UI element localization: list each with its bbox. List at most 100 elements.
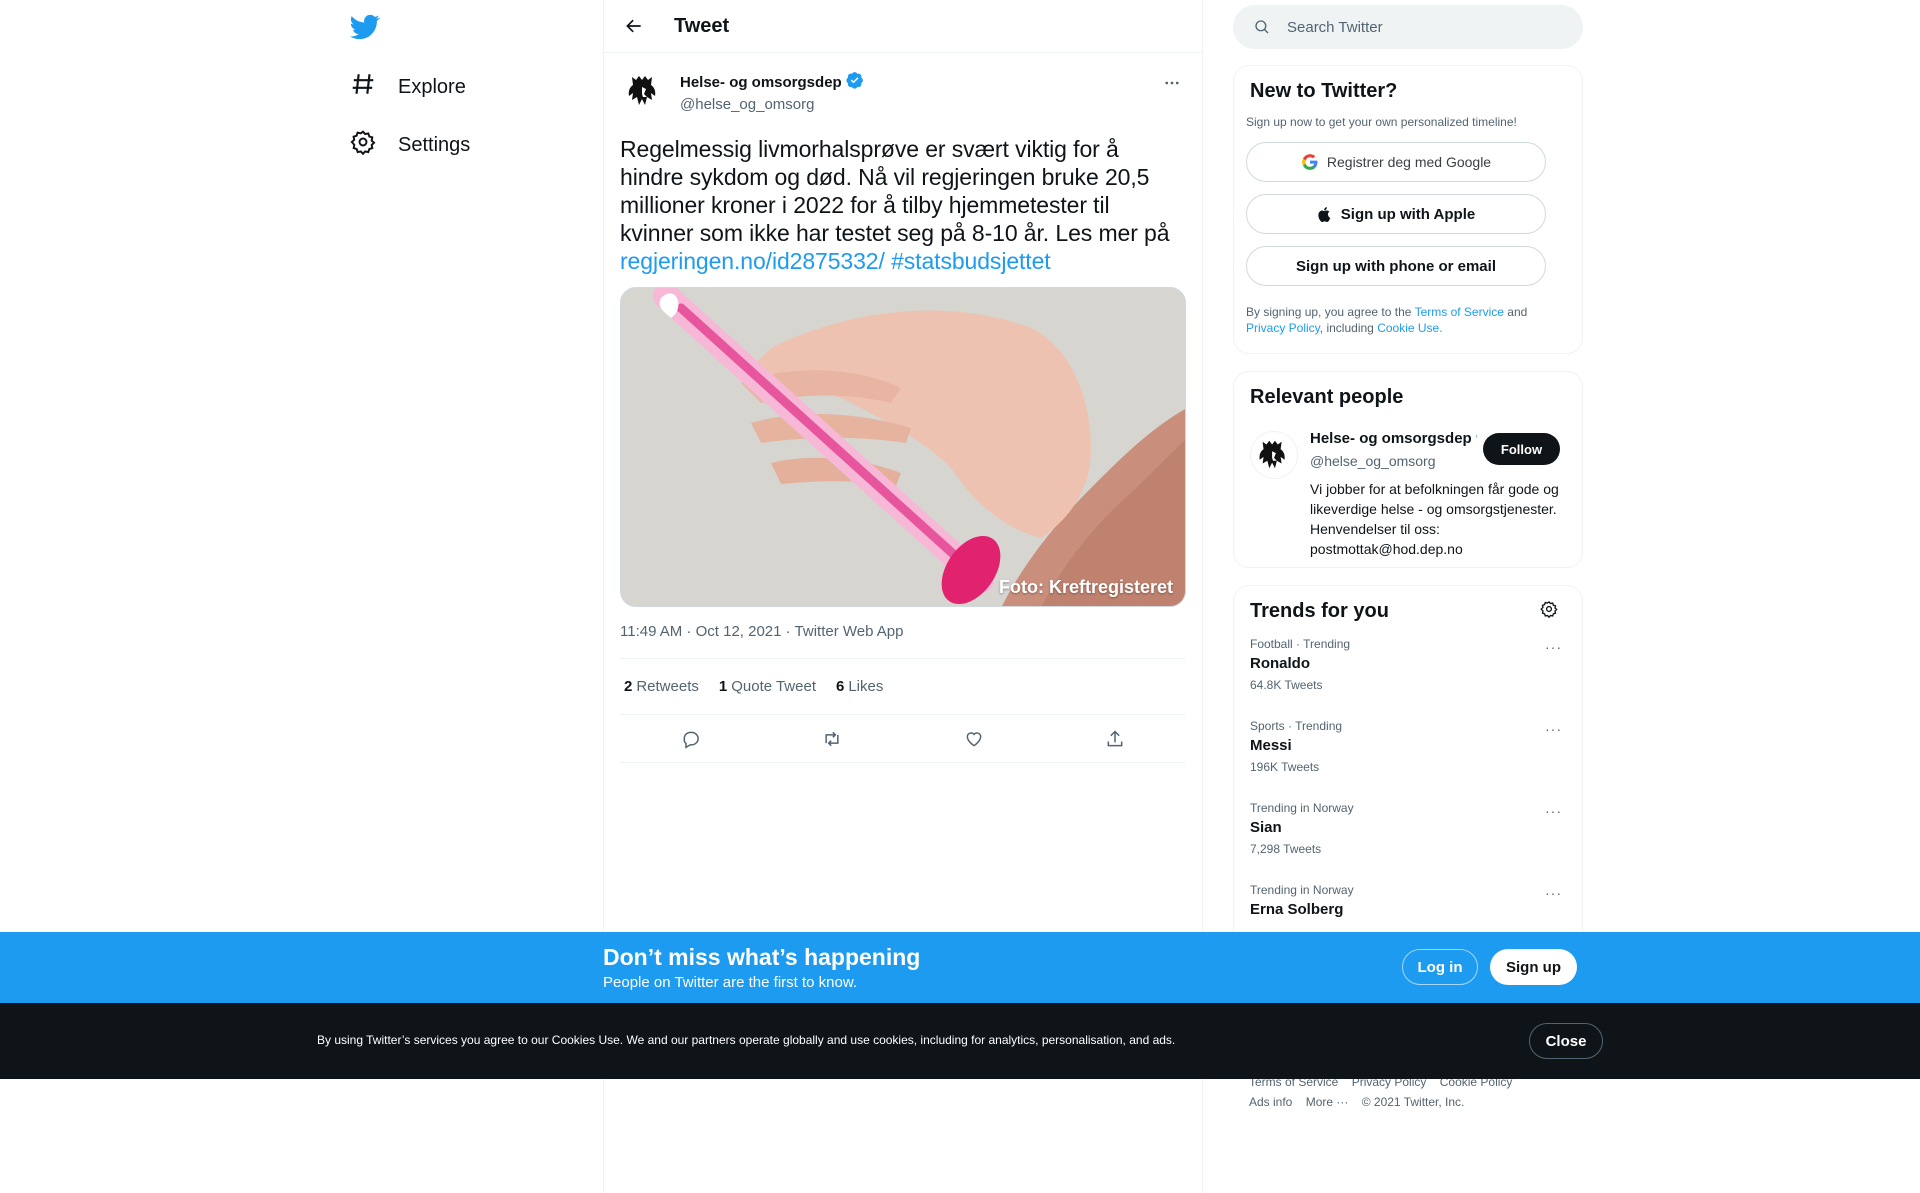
search-icon bbox=[1255, 20, 1269, 34]
retweets-label: Retweets bbox=[636, 678, 699, 695]
more-options-button[interactable] bbox=[1158, 69, 1186, 97]
follow-button[interactable]: Follow bbox=[1483, 433, 1560, 465]
tweet-photo[interactable]: Foto: Kreftregisteret bbox=[620, 287, 1186, 607]
new-to-twitter-card: New to Twitter? Sign up now to get your … bbox=[1233, 65, 1583, 354]
relevant-person-top: Helse- og omsorgsdep @helse_og_omsorg Fo… bbox=[1310, 427, 1560, 469]
signup-button[interactable]: Sign up bbox=[1490, 949, 1577, 985]
tweet-actions bbox=[620, 715, 1186, 763]
trend-meta: Trending in Norway bbox=[1250, 883, 1354, 897]
terms-including: , including bbox=[1319, 321, 1374, 335]
tweet-author-row: Helse- og omsorgsdep @helse_og_omsorg bbox=[620, 65, 1186, 125]
avatar[interactable] bbox=[1250, 431, 1298, 479]
relevant-person-bio: Vi jobber for at befolkningen får gode o… bbox=[1310, 481, 1559, 557]
tweet-url-link[interactable]: regjeringen.no/id2875332/ bbox=[620, 248, 885, 274]
google-icon bbox=[1302, 154, 1318, 170]
cookie-use-link[interactable]: Cookie Use. bbox=[1377, 321, 1442, 335]
quote-tweets-stat[interactable]: 1 Quote Tweet bbox=[719, 678, 816, 695]
relevant-person-name-row[interactable]: Helse- og omsorgsdep bbox=[1310, 427, 1477, 449]
retweets-stat[interactable]: 2 Retweets bbox=[624, 678, 699, 695]
footer-copyright: © 2021 Twitter, Inc. bbox=[1361, 1095, 1465, 1109]
relevant-person-handle[interactable]: @helse_og_omsorg bbox=[1310, 453, 1477, 469]
nav-settings[interactable]: Settings bbox=[350, 121, 470, 169]
terms-prefix: By signing up, you agree to the bbox=[1246, 305, 1412, 319]
avatar[interactable] bbox=[620, 67, 668, 115]
nav-explore[interactable]: Explore bbox=[350, 63, 466, 111]
author-handle[interactable]: @helse_og_omsorg bbox=[680, 96, 864, 113]
cookie-banner-text: By using Twitter’s services you agree to… bbox=[317, 1033, 1176, 1047]
norway-coat-of-arms-icon bbox=[1259, 440, 1285, 469]
tweet-stats: 2 Retweets 1 Quote Tweet 6 Likes bbox=[620, 659, 1186, 715]
self-test-kit-image bbox=[621, 288, 1185, 606]
new-to-twitter-title: New to Twitter? bbox=[1250, 80, 1398, 102]
author-name: Helse- og omsorgsdep bbox=[680, 73, 842, 91]
signup-banner-subtitle: People on Twitter are the first to know. bbox=[603, 974, 858, 991]
like-button[interactable] bbox=[957, 722, 991, 756]
trend-name: Ronaldo bbox=[1250, 655, 1310, 672]
more-dots-icon bbox=[1165, 81, 1179, 85]
trend-meta: Football · Trending bbox=[1250, 637, 1351, 651]
likes-label: Likes bbox=[848, 678, 884, 695]
signup-banner: Don’t miss what’s happening People on Tw… bbox=[0, 932, 1920, 1003]
new-to-twitter-subtitle: Sign up now to get your own personalized… bbox=[1246, 115, 1517, 129]
close-cookie-button[interactable]: Close bbox=[1529, 1023, 1603, 1059]
privacy-policy-link[interactable]: Privacy Policy bbox=[1246, 321, 1320, 335]
trend-name: Sian bbox=[1250, 819, 1282, 836]
trend-more-icon[interactable]: ··· bbox=[1545, 803, 1562, 819]
author-names: Helse- og omsorgsdep @helse_og_omsorg bbox=[680, 71, 864, 113]
phone-email-signup-button[interactable]: Sign up with phone or email bbox=[1246, 246, 1546, 286]
trends-settings-button[interactable] bbox=[1540, 600, 1566, 623]
footer-more-link[interactable]: More ··· bbox=[1306, 1095, 1349, 1109]
tweet-text: Regelmessig livmorhalsprøve er svært vik… bbox=[620, 135, 1186, 275]
trend-item[interactable]: Sports · Trending Messi 196K Tweets ··· bbox=[1250, 705, 1566, 787]
relevant-people-card: Relevant people Helse- og omsorgsdep @he… bbox=[1233, 371, 1583, 568]
relevant-person-name: Helse- og omsorgsdep bbox=[1310, 429, 1472, 447]
relevant-person[interactable]: Helse- og omsorgsdep @helse_og_omsorg Fo… bbox=[1250, 427, 1566, 559]
reply-icon bbox=[683, 731, 699, 749]
trend-name: Erna Solberg bbox=[1250, 901, 1344, 918]
share-icon bbox=[1107, 729, 1123, 746]
retweet-icon bbox=[825, 731, 839, 746]
retweet-button[interactable] bbox=[815, 722, 849, 756]
hashtag-link[interactable]: #statsbudsjettet bbox=[891, 248, 1051, 274]
back-button[interactable] bbox=[616, 8, 652, 44]
reply-button[interactable] bbox=[674, 722, 708, 756]
author-name-row[interactable]: Helse- og omsorgsdep bbox=[680, 71, 864, 93]
signup-banner-title: Don’t miss what’s happening bbox=[603, 944, 921, 970]
hashtag-icon bbox=[350, 71, 376, 103]
login-button[interactable]: Log in bbox=[1402, 949, 1478, 985]
search-box[interactable] bbox=[1233, 5, 1583, 49]
google-signup-button[interactable]: Registrer deg med Google bbox=[1246, 142, 1546, 182]
phone-email-signup-label: Sign up with phone or email bbox=[1295, 257, 1496, 275]
trend-more-icon[interactable]: ··· bbox=[1545, 639, 1562, 655]
trend-item[interactable]: Football · Trending Ronaldo 64.8K Tweets… bbox=[1250, 623, 1566, 705]
trend-item[interactable]: Trending in Norway Sian 7,298 Tweets ··· bbox=[1250, 787, 1566, 869]
retweets-count: 2 bbox=[624, 678, 633, 695]
nav-settings-label: Settings bbox=[398, 133, 471, 156]
tweet-body: Regelmessig livmorhalsprøve er svært vik… bbox=[620, 136, 1170, 246]
verified-badge-icon bbox=[846, 71, 864, 93]
trend-count: 7,298 Tweets bbox=[1250, 842, 1322, 856]
likes-stat[interactable]: 6 Likes bbox=[836, 678, 883, 695]
trend-more-icon[interactable]: ··· bbox=[1545, 885, 1562, 901]
trend-more-icon[interactable]: ··· bbox=[1545, 721, 1562, 737]
terms-of-service-link[interactable]: Terms of Service bbox=[1415, 305, 1504, 319]
share-button[interactable] bbox=[1098, 722, 1132, 756]
cookie-banner: By using Twitter’s services you agree to… bbox=[0, 1003, 1920, 1079]
search-input[interactable] bbox=[1287, 18, 1547, 36]
trend-count: 196K Tweets bbox=[1250, 760, 1320, 774]
tweet-timestamp[interactable]: 11:49 AM · Oct 12, 2021 · Twitter Web Ap… bbox=[620, 623, 1186, 659]
footer-ads-link[interactable]: Ads info bbox=[1249, 1095, 1292, 1109]
apple-signup-label: Sign up with Apple bbox=[1340, 205, 1476, 223]
gear-icon bbox=[1540, 600, 1558, 619]
tweet: Helse- og omsorgsdep @helse_og_omsorg Re… bbox=[604, 53, 1202, 763]
verified-badge-icon bbox=[1476, 427, 1477, 449]
apple-signup-button[interactable]: Sign up with Apple bbox=[1246, 194, 1546, 234]
trend-name: Messi bbox=[1250, 737, 1292, 754]
relevant-person-info: Helse- og omsorgsdep @helse_og_omsorg Fo… bbox=[1310, 427, 1560, 559]
nav-explore-label: Explore bbox=[398, 75, 466, 98]
twitter-logo-icon[interactable] bbox=[350, 12, 386, 44]
trend-meta: Sports · Trending bbox=[1250, 719, 1343, 733]
apple-icon bbox=[1318, 207, 1331, 223]
quotes-label: Quote Tweet bbox=[731, 678, 816, 695]
likes-count: 6 bbox=[836, 678, 845, 695]
